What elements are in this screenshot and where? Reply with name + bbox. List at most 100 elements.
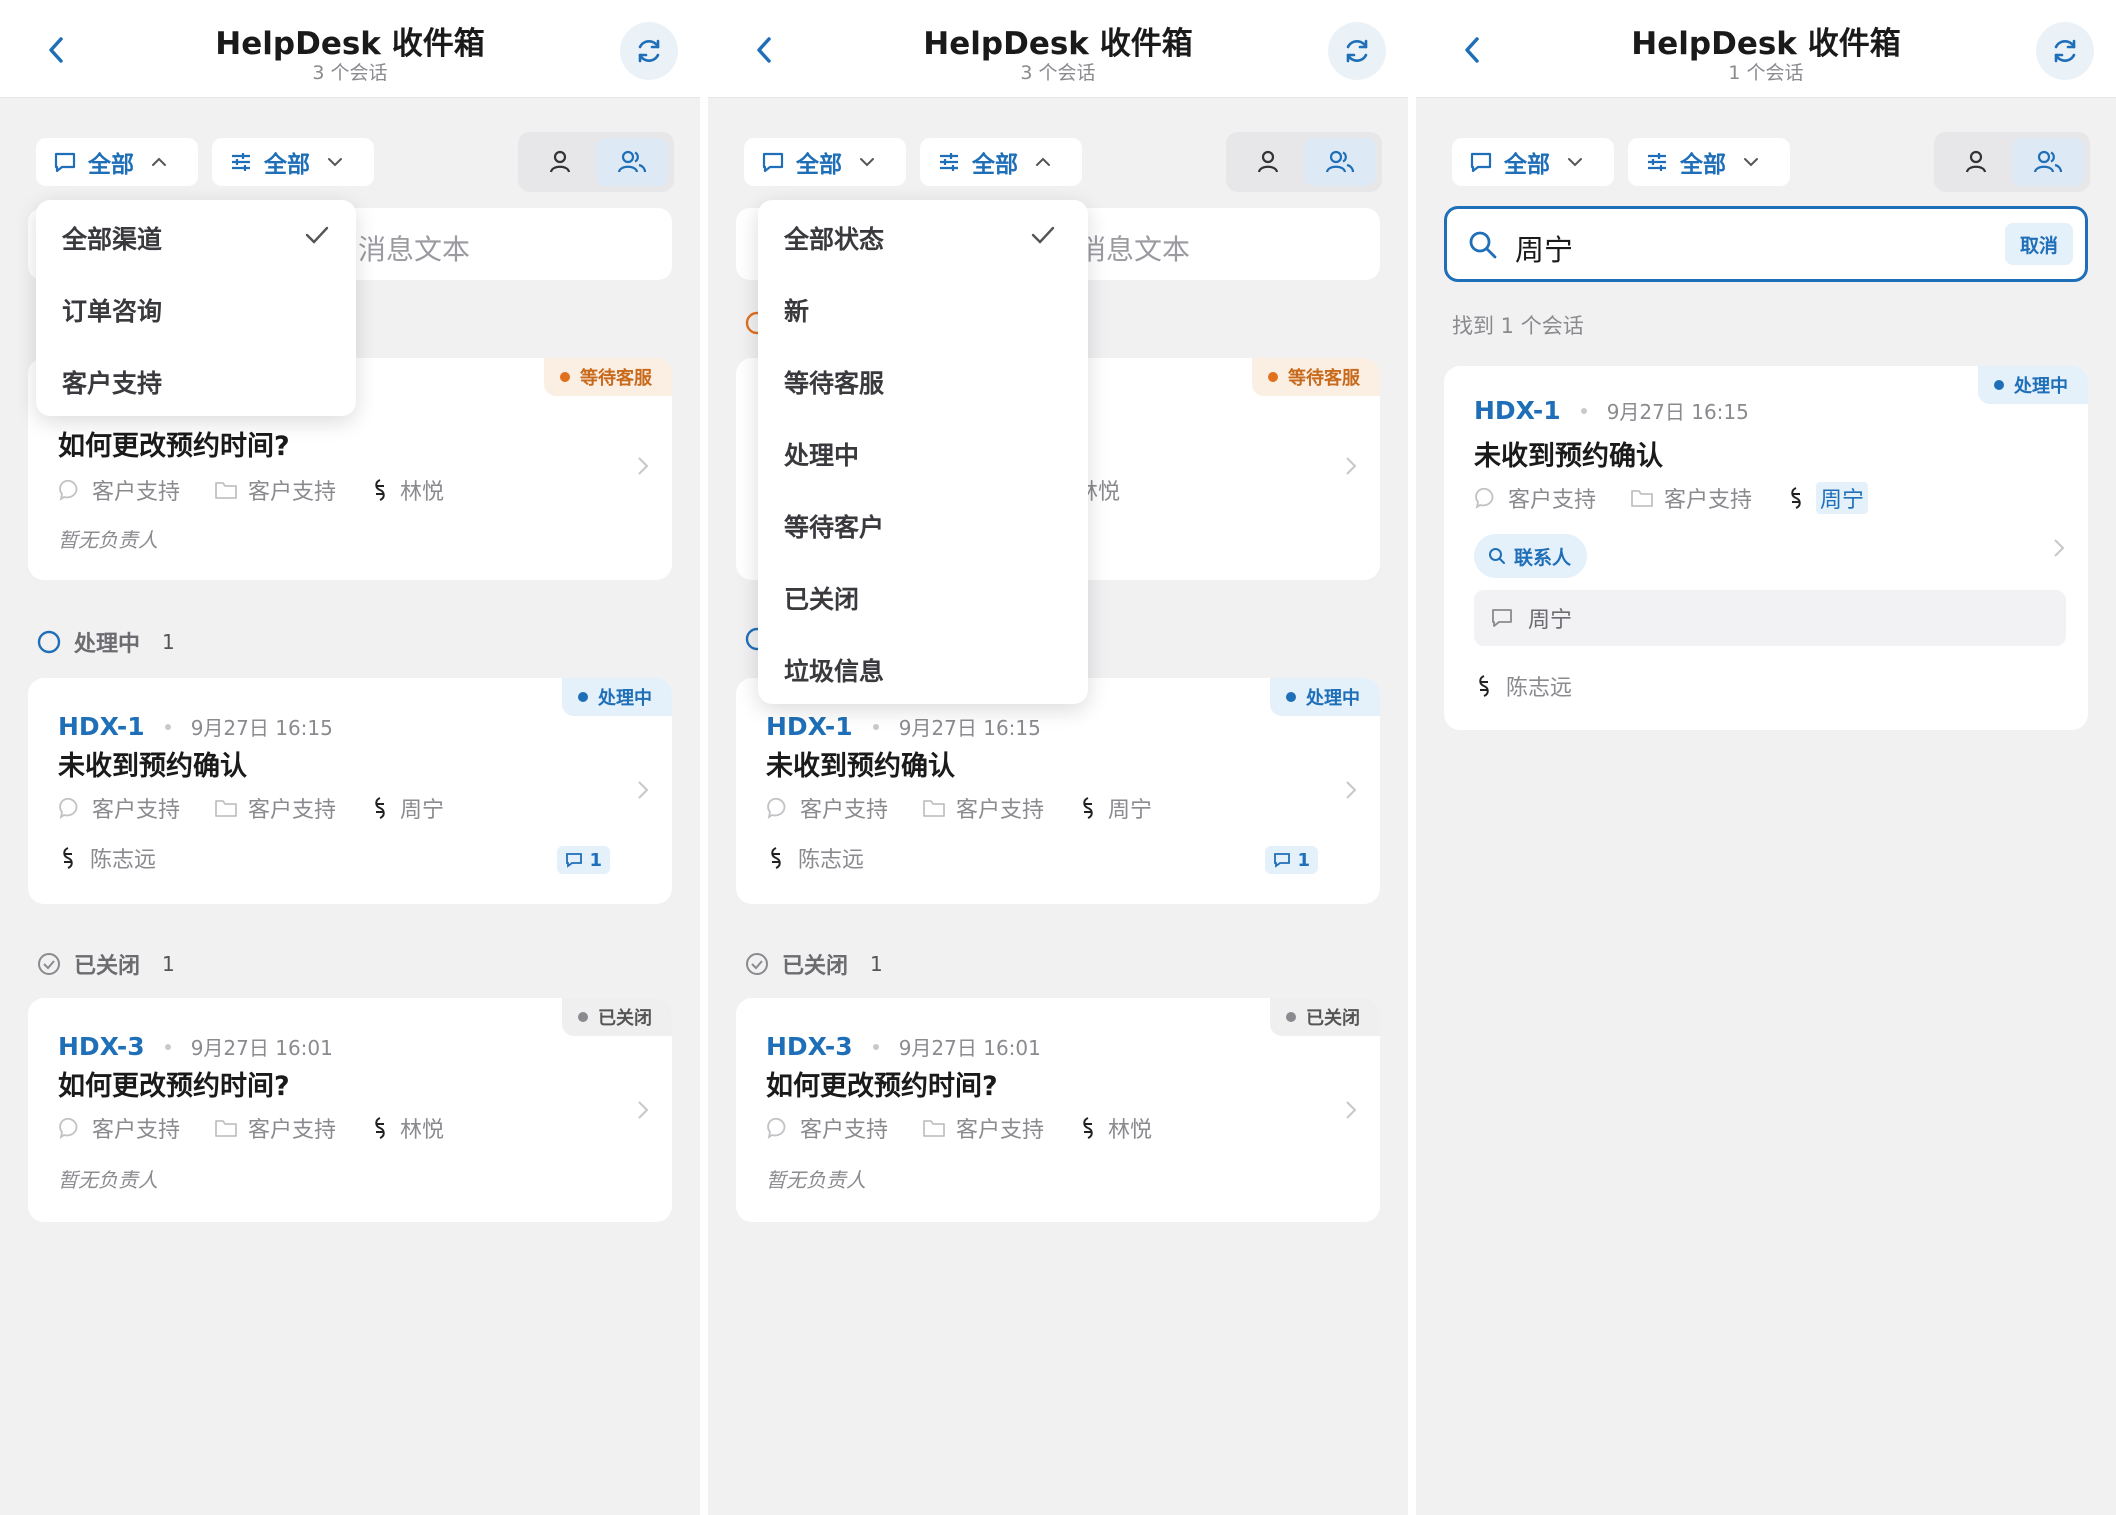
channel-filter[interactable]: 全部	[36, 138, 198, 186]
chevron-up-icon	[152, 157, 166, 166]
chevron-right-icon	[638, 1101, 649, 1119]
dropdown-item-all-statuses[interactable]: 全部状态	[784, 220, 884, 256]
cancel-search-button[interactable]: 取消	[2005, 223, 2073, 265]
chevron-right-icon	[1346, 1101, 1357, 1119]
ticket-info: HDX-3 9月27日 16:01	[766, 1032, 1041, 1061]
conversation-title: 如何更改预约时间?	[58, 431, 290, 462]
header: HelpDesk 收件箱 1 个会话	[1416, 0, 2116, 98]
my-conversations-button[interactable]	[524, 138, 596, 186]
dropdown-item-spam[interactable]: 垃圾信息	[784, 652, 884, 688]
refresh-button[interactable]	[620, 22, 678, 80]
users-icon	[2033, 150, 2063, 173]
conversation-card[interactable]: 处理中 HDX-1 9月27日 16:15 未收到预约确认 客户支持 客户支持 …	[1444, 366, 2088, 730]
conversation-card[interactable]: 处理中 HDX-1 9月27日 16:15 未收到预约确认 客户支持 客户支持 …	[736, 678, 1380, 904]
dropdown-item-waiting-agent[interactable]: 等待客服	[784, 364, 884, 400]
header: HelpDesk 收件箱 3 个会话	[708, 0, 1408, 98]
view-toggle	[1226, 132, 1382, 192]
ticket-time: 9月27日 16:15	[898, 716, 1041, 740]
conversation-meta: 客户支持 客户支持 周宁	[58, 792, 444, 824]
conversation-count: 1 个会话	[1728, 62, 1804, 84]
status-dropdown-menu: 全部状态 新 等待客服 处理中 等待客户 已关闭 垃圾信息	[758, 200, 1088, 704]
search-input[interactable]: 周宁 取消	[1444, 206, 2088, 282]
message-icon	[1470, 152, 1492, 173]
chevron-right-icon	[638, 781, 649, 799]
status-badge: 处理中	[562, 678, 672, 716]
check-icon	[305, 226, 329, 244]
chevron-right-icon	[2054, 539, 2065, 557]
chat-bubble-icon	[59, 479, 78, 501]
folder-icon	[215, 800, 237, 817]
chat-bubble-icon	[1475, 487, 1494, 509]
status-filter-label: 全部	[264, 152, 310, 178]
refresh-icon	[1346, 39, 1368, 63]
dropdown-item-order-inquiry[interactable]: 订单咨询	[62, 292, 162, 328]
status-badge: 已关闭	[1270, 998, 1380, 1036]
message-icon	[1492, 609, 1512, 627]
status-filter-label: 全部	[972, 152, 1018, 178]
ticket-info: HDX-1 9月27日 16:15	[766, 712, 1041, 741]
chevron-right-icon	[638, 457, 649, 475]
dropdown-item-waiting-customer[interactable]: 等待客户	[784, 508, 884, 544]
sliders-icon	[1648, 153, 1666, 171]
assignee: 陈志远	[1474, 670, 1572, 702]
ticket-time: 9月27日 16:15	[1606, 400, 1749, 424]
dropdown-item-new[interactable]: 新	[784, 292, 809, 328]
sliders-icon	[940, 153, 958, 171]
refresh-icon	[638, 39, 660, 63]
all-conversations-button[interactable]	[1304, 138, 1376, 186]
conversation-meta: 客户支持 客户支持 周宁	[1474, 482, 1869, 514]
status-filter-label: 全部	[1680, 152, 1726, 178]
conversation-title: 未收到预约确认	[1474, 441, 1663, 472]
chevron-down-icon	[860, 158, 874, 167]
chat-bubble-icon	[59, 797, 78, 819]
status-filter[interactable]: 全部	[212, 138, 374, 186]
dropdown-item-closed[interactable]: 已关闭	[784, 580, 859, 616]
match-type-chip: 联系人	[1474, 534, 1588, 578]
dropdown-item-all-channels[interactable]: 全部渠道	[62, 220, 162, 256]
page-title: HelpDesk 收件箱	[1631, 26, 1901, 62]
conversation-count: 3 个会话	[1020, 62, 1096, 84]
channel-filter-label: 全部	[796, 152, 842, 178]
sliders-icon	[232, 153, 250, 171]
inbox-panel-status-dropdown: HelpDesk 收件箱 3 个会话 全部 全部 消息文本 等待客服 林悦 处理…	[708, 0, 1408, 1515]
conversation-card[interactable]: 已关闭 HDX-3 9月27日 16:01 如何更改预约时间? 客户支持 客户支…	[736, 998, 1380, 1222]
folder-icon	[215, 482, 237, 499]
refresh-button[interactable]	[1328, 22, 1386, 80]
message-icon	[54, 152, 76, 173]
assignee: 暂无负责人	[58, 528, 158, 552]
status-badge: 处理中	[1270, 678, 1380, 716]
all-conversations-button[interactable]	[596, 138, 668, 186]
chat-bubble-icon	[767, 1117, 786, 1139]
users-icon	[1325, 150, 1355, 173]
my-conversations-button[interactable]	[1940, 138, 2012, 186]
assignee: 陈志远	[766, 842, 864, 874]
ticket-id: HDX-1	[1474, 396, 1561, 425]
conversation-title: 如何更改预约时间?	[766, 1071, 998, 1102]
user-icon	[1965, 150, 1987, 173]
channel-filter[interactable]: 全部	[744, 138, 906, 186]
status-badge: 已关闭	[562, 998, 672, 1036]
circle-icon	[37, 630, 61, 654]
message-icon	[762, 152, 784, 173]
folder-icon	[923, 800, 945, 817]
my-conversations-button[interactable]	[1232, 138, 1304, 186]
check-circle-icon	[38, 953, 60, 975]
ticket-time: 9月27日 16:01	[898, 1036, 1041, 1060]
channel-filter[interactable]: 全部	[1452, 138, 1614, 186]
dropdown-item-processing[interactable]: 处理中	[784, 436, 859, 472]
search-icon	[1489, 548, 1505, 564]
chat-bubble-icon	[767, 797, 786, 819]
status-filter[interactable]: 全部	[920, 138, 1082, 186]
all-conversations-button[interactable]	[2012, 138, 2084, 186]
status-filter[interactable]: 全部	[1628, 138, 1790, 186]
result-count: 找到 1 个会话	[1452, 314, 1584, 338]
conversation-card[interactable]: 处理中 HDX-1 9月27日 16:15 未收到预约确认 客户支持 客户支持 …	[28, 678, 672, 904]
refresh-button[interactable]	[2036, 22, 2094, 80]
chevron-down-icon	[1744, 158, 1758, 167]
conversation-card[interactable]: 已关闭 HDX-3 9月27日 16:01 如何更改预约时间? 客户支持 客户支…	[28, 998, 672, 1222]
conversation-meta: 客户支持 客户支持 周宁	[766, 792, 1152, 824]
dropdown-item-customer-support[interactable]: 客户支持	[62, 364, 162, 400]
ticket-id: HDX-3	[766, 1032, 853, 1061]
chat-bubble-icon	[59, 1117, 78, 1139]
page-title: HelpDesk 收件箱	[215, 26, 485, 62]
